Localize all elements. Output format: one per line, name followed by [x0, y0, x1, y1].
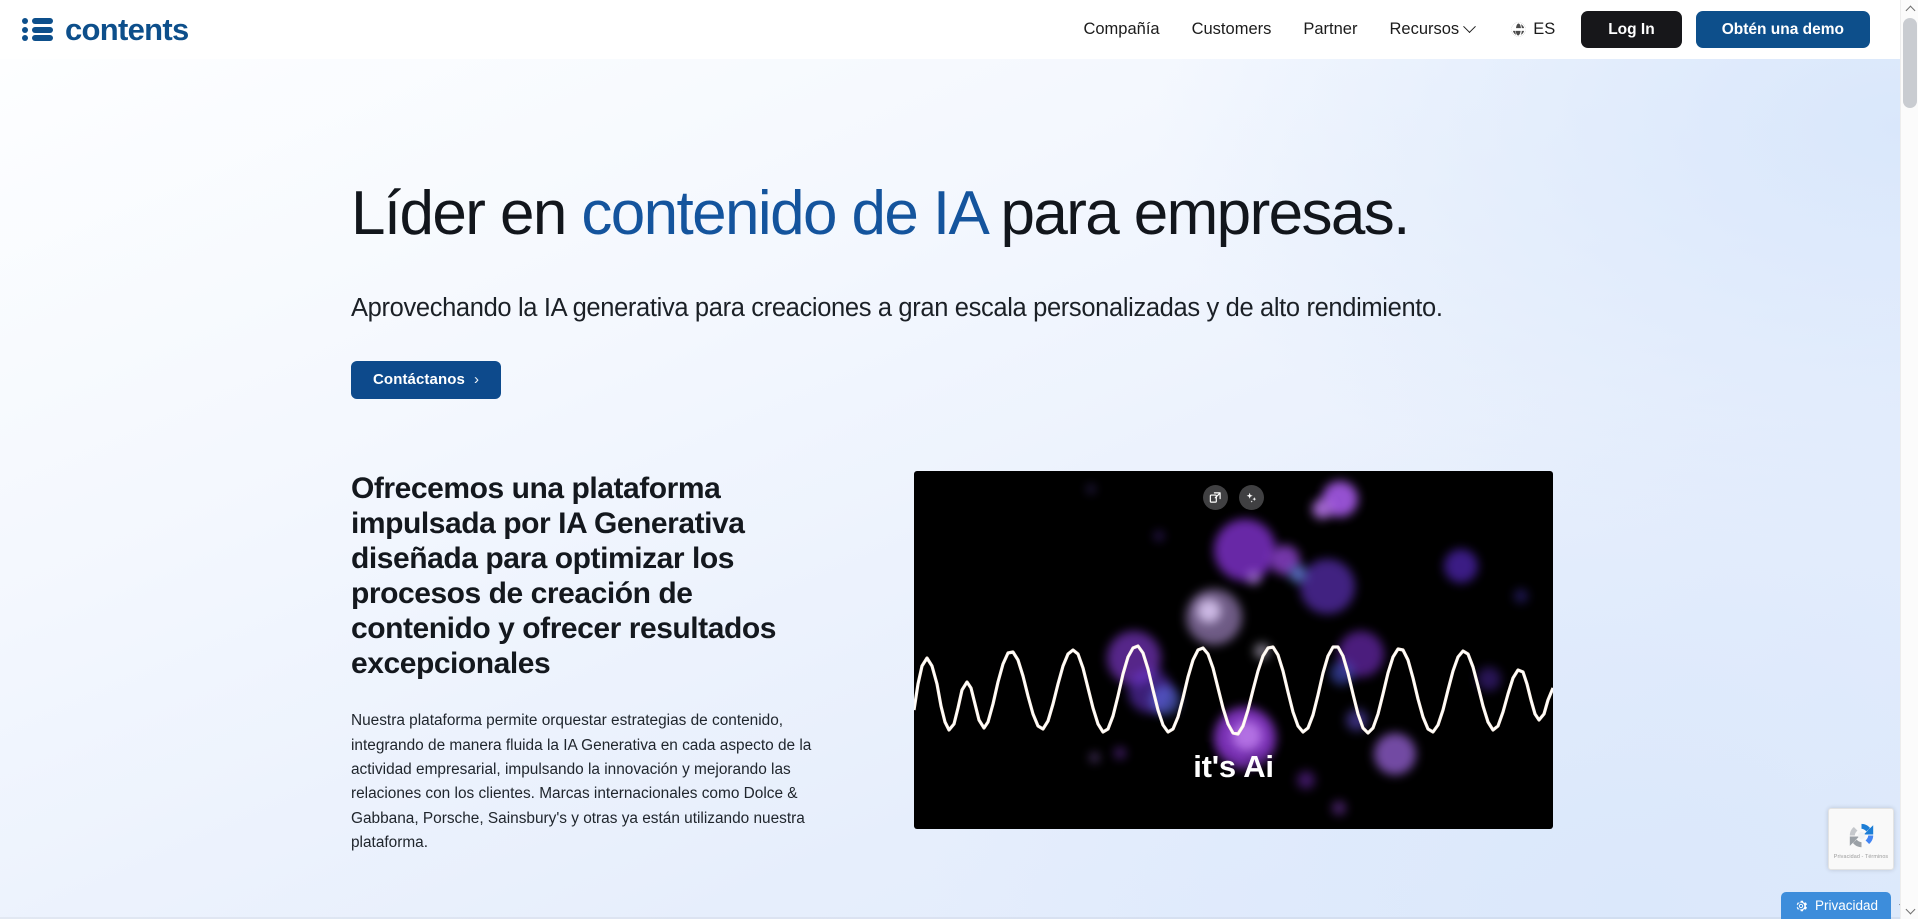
contact-us-button[interactable]: Contáctanos › — [351, 360, 502, 399]
video-player[interactable]: it's Ai — [914, 470, 1553, 829]
globe-icon — [1511, 22, 1526, 37]
nav-item-label: Recursos — [1389, 20, 1460, 38]
platform-heading: Ofrecemos una plataforma impulsada por I… — [351, 471, 776, 681]
scroll-down-button[interactable] — [1901, 902, 1918, 919]
nav-item-label: Compañía — [1083, 20, 1160, 38]
recaptcha-badge[interactable]: Privacidad - Términos — [1828, 808, 1894, 870]
hero-subtitle: Aprovechando la IA generativa para creac… — [351, 294, 1443, 323]
hero-title-part2: para empresas. — [984, 179, 1410, 248]
nav-item-compania[interactable]: Compañía — [1067, 12, 1175, 47]
platform-section: Ofrecemos una plataforma impulsada por I… — [351, 470, 1860, 856]
contact-us-label: Contáctanos — [373, 371, 465, 389]
vertical-scrollbar[interactable] — [1900, 0, 1918, 919]
list-icon — [22, 17, 54, 42]
platform-body-text: Nuestra plataforma permite orquestar est… — [351, 712, 812, 851]
brand-logo[interactable]: contents — [22, 14, 189, 45]
video-caption: it's Ai — [1193, 748, 1274, 784]
chevron-down-icon — [1905, 904, 1915, 914]
nav-item-label: Partner — [1303, 20, 1358, 38]
content-container: Líder en contenido de IA para empresas. … — [0, 179, 1900, 856]
nav-item-customers[interactable]: Customers — [1176, 12, 1288, 47]
recaptcha-legal-text: Privacidad - Términos — [1833, 853, 1889, 860]
privacy-settings-button[interactable]: Privacidad — [1780, 892, 1891, 919]
audio-waveform — [914, 644, 1553, 736]
header-right-group: Compañía Customers Partner Recursos ES L… — [1067, 11, 1900, 48]
scroll-up-button[interactable] — [1901, 0, 1918, 17]
chevron-right-icon: › — [473, 371, 480, 389]
language-selector[interactable]: ES — [1490, 12, 1569, 47]
hero-title-accent: contenido de IA — [581, 179, 986, 248]
hero-section: Líder en contenido de IA para empresas. … — [0, 59, 1900, 919]
page-title: Líder en contenido de IA para empresas. — [351, 179, 1531, 248]
hero-title-part1: Líder en — [351, 179, 582, 248]
chevron-up-icon — [1905, 5, 1915, 15]
site-header: contents Compañía Customers Partner Recu… — [0, 0, 1900, 59]
login-button[interactable]: Log In — [1581, 11, 1682, 48]
platform-text-column: Ofrecemos una plataforma impulsada por I… — [351, 471, 821, 856]
sparkles-icon — [1246, 492, 1257, 503]
chevron-down-icon — [1463, 20, 1477, 34]
scrollbar-thumb[interactable] — [1903, 18, 1917, 108]
primary-nav: Compañía Customers Partner Recursos — [1067, 12, 1490, 47]
get-demo-button[interactable]: Obtén una demo — [1695, 11, 1870, 48]
ai-enhance-button[interactable] — [1239, 484, 1264, 510]
recaptcha-icon — [1849, 823, 1873, 847]
nav-item-partner[interactable]: Partner — [1287, 12, 1373, 47]
privacy-label: Privacidad — [1814, 898, 1878, 913]
language-label: ES — [1533, 20, 1556, 38]
video-toolbar — [914, 484, 1553, 510]
gear-icon — [1796, 900, 1807, 911]
nav-item-label: Customers — [1191, 20, 1272, 38]
open-in-new-window-button[interactable] — [1203, 484, 1228, 510]
expand-icon — [1209, 492, 1221, 503]
nav-item-recursos[interactable]: Recursos — [1373, 12, 1490, 47]
browser-viewport: contents Compañía Customers Partner Recu… — [0, 0, 1918, 919]
brand-name: contents — [65, 12, 189, 47]
